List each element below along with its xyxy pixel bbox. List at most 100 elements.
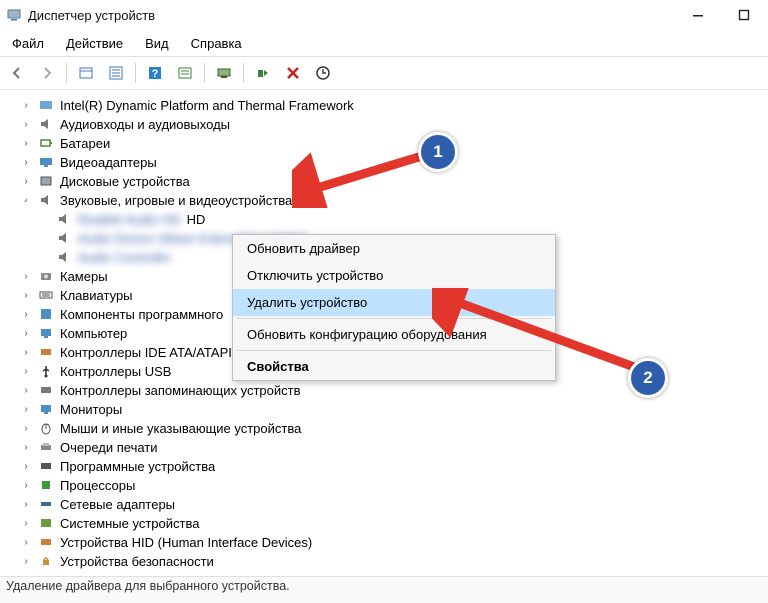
mouse-icon xyxy=(38,420,54,436)
tree-node-label: Контроллеры USB xyxy=(60,364,171,379)
tree-node[interactable]: › Очереди печати xyxy=(20,438,768,456)
minimize-button[interactable] xyxy=(686,3,710,27)
hid-device-icon xyxy=(38,534,54,550)
tree-node[interactable]: › Intel(R) Dynamic Platform and Thermal … xyxy=(20,96,768,114)
display-adapter-icon xyxy=(38,154,54,170)
maximize-button[interactable] xyxy=(732,3,756,27)
chevron-right-icon[interactable]: › xyxy=(20,271,32,282)
tree-node[interactable]: › Сетевые адаптеры xyxy=(20,495,768,513)
annotation-badge-text: 1 xyxy=(433,142,442,162)
toolbar-separator xyxy=(135,63,136,83)
disk-icon xyxy=(38,173,54,189)
monitor-icon xyxy=(38,401,54,417)
enable-device-button[interactable] xyxy=(250,60,276,86)
properties-toolbar-button[interactable] xyxy=(103,60,129,86)
tree-node-label: Видеоадаптеры xyxy=(60,155,157,170)
chevron-right-icon[interactable]: › xyxy=(20,138,32,149)
chevron-right-icon[interactable]: › xyxy=(20,157,32,168)
audio-io-icon xyxy=(38,116,54,132)
software-device-icon xyxy=(38,458,54,474)
tree-node-label: Аудиовходы и аудиовыходы xyxy=(60,117,230,132)
chevron-right-icon[interactable]: › xyxy=(20,328,32,339)
keyboard-icon xyxy=(38,287,54,303)
storage-controller-icon xyxy=(38,382,54,398)
tree-node-label: Контроллеры IDE ATA/ATAPI xyxy=(60,345,232,360)
camera-icon xyxy=(38,268,54,284)
chevron-right-icon[interactable]: › xyxy=(20,347,32,358)
ctx-disable-device[interactable]: Отключить устройство xyxy=(233,262,555,289)
tree-node[interactable]: › Системные устройства xyxy=(20,514,768,532)
toolbar-separator xyxy=(204,63,205,83)
ctx-update-driver[interactable]: Обновить драйвер xyxy=(233,235,555,262)
menu-file[interactable]: Файл xyxy=(8,34,48,53)
chevron-right-icon[interactable]: › xyxy=(20,366,32,377)
tree-node[interactable]: › Аудиовходы и аудиовыходы xyxy=(20,115,768,133)
chevron-right-icon[interactable]: › xyxy=(20,404,32,415)
tree-node[interactable]: › Устройства HID (Human Interface Device… xyxy=(20,533,768,551)
tree-node-label: Контроллеры запоминающих устройств xyxy=(60,383,300,398)
chevron-right-icon[interactable]: › xyxy=(20,119,32,130)
chevron-right-icon[interactable]: › xyxy=(20,518,32,529)
tree-node-label: Камеры xyxy=(60,269,108,284)
show-hidden-button[interactable] xyxy=(73,60,99,86)
processor-icon xyxy=(38,477,54,493)
tree-node[interactable]: › Процессоры xyxy=(20,476,768,494)
tree-node-label: Батареи xyxy=(60,136,110,151)
details-button[interactable] xyxy=(172,60,198,86)
window-title: Диспетчер устройств xyxy=(28,8,686,23)
chevron-right-icon[interactable]: › xyxy=(20,290,32,301)
chevron-down-icon[interactable]: › xyxy=(18,192,34,208)
tree-node-label: Мониторы xyxy=(60,402,122,417)
chevron-right-icon[interactable]: › xyxy=(20,385,32,396)
forward-button[interactable] xyxy=(34,60,60,86)
chevron-right-icon[interactable]: › xyxy=(20,176,32,187)
chevron-right-icon[interactable]: › xyxy=(20,423,32,434)
tree-child-node[interactable]: Realtek Audio HD HD xyxy=(20,210,768,228)
tree-node-label: Компьютер xyxy=(60,326,127,341)
chevron-right-icon[interactable]: › xyxy=(20,499,32,510)
tree-node[interactable]: › Мыши и иные указывающие устройства xyxy=(20,419,768,437)
toolbar-separator xyxy=(243,63,244,83)
toolbar-separator xyxy=(66,63,67,83)
tree-node-label: Устройства безопасности xyxy=(60,554,214,569)
chevron-right-icon[interactable]: › xyxy=(20,442,32,453)
print-queue-icon xyxy=(38,439,54,455)
tree-node[interactable]: › Мониторы xyxy=(20,400,768,418)
system-device-icon xyxy=(38,515,54,531)
software-component-icon xyxy=(38,306,54,322)
menu-view[interactable]: Вид xyxy=(141,34,173,53)
update-driver-toolbar-button[interactable] xyxy=(211,60,237,86)
tree-node-label: Устройства HID (Human Interface Devices) xyxy=(60,535,312,550)
tree-node-label: Процессоры xyxy=(60,478,135,493)
annotation-arrow-2 xyxy=(432,288,647,378)
chevron-right-icon[interactable]: › xyxy=(20,100,32,111)
chevron-right-icon[interactable]: › xyxy=(20,309,32,320)
annotation-arrow-1 xyxy=(292,148,427,208)
chevron-right-icon[interactable]: › xyxy=(20,537,32,548)
titlebar: Диспетчер устройств xyxy=(0,0,768,30)
tree-node-label: Realtek Audio HD xyxy=(78,212,181,227)
tree-node-label: Intel(R) Dynamic Platform and Thermal Fr… xyxy=(60,98,354,113)
tree-node-label: Дисковые устройства xyxy=(60,174,190,189)
sound-icon xyxy=(38,192,54,208)
chevron-right-icon[interactable]: › xyxy=(20,480,32,491)
uninstall-device-toolbar-button[interactable] xyxy=(280,60,306,86)
sound-device-icon xyxy=(56,230,72,246)
back-button[interactable] xyxy=(4,60,30,86)
network-adapter-icon xyxy=(38,496,54,512)
tree-node[interactable]: › Программные устройства xyxy=(20,457,768,475)
tree-node-label: Системные устройства xyxy=(60,516,199,531)
tree-node[interactable]: › Устройства безопасности xyxy=(20,552,768,570)
tree-node-label: Мыши и иные указывающие устройства xyxy=(60,421,301,436)
chevron-right-icon[interactable]: › xyxy=(20,556,32,567)
status-text: Удаление драйвера для выбранного устройс… xyxy=(6,579,290,593)
battery-icon xyxy=(38,135,54,151)
svg-text:?: ? xyxy=(152,68,159,80)
menu-action[interactable]: Действие xyxy=(62,34,127,53)
scan-hardware-button[interactable] xyxy=(310,60,336,86)
status-bar: Удаление драйвера для выбранного устройс… xyxy=(0,576,768,603)
menu-help[interactable]: Справка xyxy=(187,34,246,53)
chevron-right-icon[interactable]: › xyxy=(20,461,32,472)
help-toolbar-button[interactable]: ? xyxy=(142,60,168,86)
tree-node-label: Сетевые адаптеры xyxy=(60,497,175,512)
